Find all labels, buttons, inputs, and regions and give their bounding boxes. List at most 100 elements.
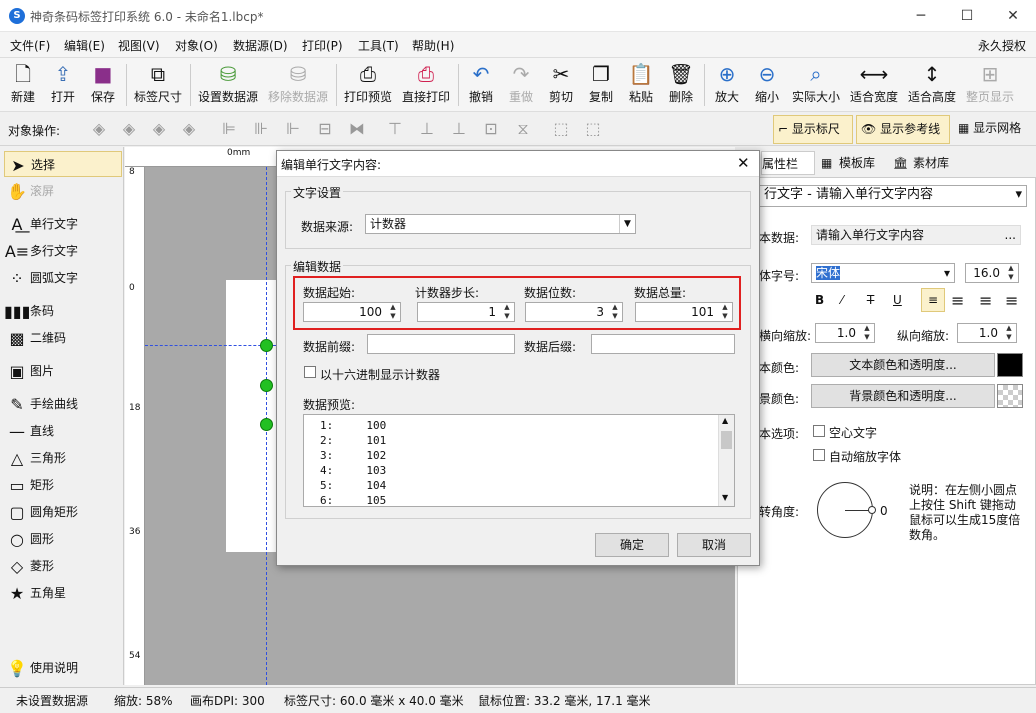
help-button[interactable]: 💡 使用说明 [4,655,122,681]
menu-help[interactable]: 帮助(H) [412,37,454,54]
direct-print-button[interactable]: ⎙ 直接打印 [400,60,452,110]
tool-rounded-rect[interactable]: ▢ 圆角矩形 [4,499,122,525]
send-back-icon[interactable]: ◈ [118,119,140,139]
menu-datasource[interactable]: 数据源(D) [233,37,288,54]
strikethrough-icon[interactable]: T̶ [867,293,874,307]
bg-color-button[interactable]: 背景颜色和透明度... [811,384,995,408]
tool-rectangle[interactable]: ▭ 矩形 [4,472,122,498]
menu-file[interactable]: 文件(F) [10,37,50,54]
fit-width-button[interactable]: ⟷ 适合宽度 [848,60,900,110]
tool-multi-line-text[interactable]: A≡多行文字 [4,238,122,264]
hex-checkbox[interactable] [304,366,316,378]
cut-button[interactable]: ✂ 剪切 [544,60,578,110]
suffix-input[interactable] [591,334,735,354]
text-color-swatch[interactable] [997,353,1023,377]
toggle-show-guides[interactable]: 👁 显示参考线 [856,115,950,144]
toggle-show-ruler[interactable]: ⌐ 显示标尺 [773,115,853,144]
maximize-button[interactable]: ☐ [944,0,990,32]
italic-icon[interactable]: ⁄ [841,293,843,307]
tool-image[interactable]: ▣ 图片 [4,358,122,384]
menu-edit[interactable]: 编辑(E) [64,37,105,54]
selection-handle[interactable] [260,339,273,352]
prefix-input[interactable] [367,334,515,354]
minimize-button[interactable]: ─ [898,0,944,32]
chevron-up-icon[interactable]: ▲ [722,416,728,425]
menu-print[interactable]: 打印(P) [302,37,343,54]
align-bottom-icon[interactable]: ⊥ [448,119,470,139]
new-button[interactable]: 🗋 新建 [6,60,40,110]
space-v-icon[interactable]: ⧖ [512,119,534,139]
copy-button[interactable]: ❐ 复制 [584,60,618,110]
rotation-handle[interactable] [868,506,876,514]
actual-size-button[interactable]: ⌕ 实际大小 [790,60,842,110]
undo-button[interactable]: ↶ 撤销 [464,60,498,110]
preview-scrollbar[interactable]: ▲ ▼ [718,415,734,506]
remove-datasource-button[interactable]: ⛁ 移除数据源 [266,60,330,110]
align-center-text-icon[interactable]: ≡ [951,291,964,310]
preview-list[interactable]: 1: 100 2: 101 3: 102 4: 103 5: 104 6: 10… [303,414,735,507]
start-spinner[interactable]: 100 ▲ ▼ [303,302,401,322]
source-select[interactable]: 计数器 ▼ [365,214,636,234]
underline-icon[interactable]: U [893,293,902,307]
autoshrink-checkbox[interactable] [813,449,825,461]
align-middle-icon[interactable]: ⊥ [416,119,438,139]
text-color-button[interactable]: 文本颜色和透明度... [811,353,995,377]
tool-barcode[interactable]: ▮▮▮条码 [4,298,122,324]
tool-pan[interactable]: ✋ 滚屏 [4,178,122,204]
print-preview-button[interactable]: ⎙ 打印预览 [342,60,394,110]
menu-tools[interactable]: 工具(T) [358,37,399,54]
align-left-text-icon[interactable]: ≡ [921,288,945,312]
ok-button[interactable]: 确定 [595,533,669,557]
hscale-spinner[interactable]: 1.0 ▲ ▼ [815,323,875,343]
tab-properties[interactable]: 属性栏 [761,151,815,175]
menu-object[interactable]: 对象(O) [175,37,218,54]
dialog-close-icon[interactable]: ✕ [737,154,750,172]
tool-line[interactable]: — 直线 [4,418,122,444]
align-right-icon[interactable]: ⊩ [282,119,304,139]
align-right-text-icon[interactable]: ≡ [979,291,992,310]
delete-button[interactable]: 🗑 删除 [664,60,698,110]
set-datasource-button[interactable]: ⛁ 设置数据源 [196,60,260,110]
selection-handle[interactable] [260,418,273,431]
chevron-down-icon[interactable]: ▼ [722,493,728,502]
font-select[interactable]: 宋体 ▾ [811,263,955,283]
full-page-button[interactable]: ⊞ 整页显示 [964,60,1016,110]
label-page[interactable] [226,280,278,552]
cancel-button[interactable]: 取消 [677,533,751,557]
fit-height-button[interactable]: ↕ 适合高度 [906,60,958,110]
total-spinner[interactable]: 101 ▲ ▼ [635,302,733,322]
zoom-in-button[interactable]: ⊕ 放大 [710,60,744,110]
same-width-icon[interactable]: ⬚ [550,119,572,139]
text-data-field[interactable]: 请输入单行文字内容... [811,225,1021,245]
font-size-spinner[interactable]: 16.0 ▲ ▼ [965,263,1019,283]
space-h-icon[interactable]: ⧓ [346,119,368,139]
tool-circle[interactable]: ○ 圆形 [4,526,122,552]
tool-diamond[interactable]: ◇ 菱形 [4,553,122,579]
distribute-v-icon[interactable]: ⊡ [480,119,502,139]
menu-view[interactable]: 视图(V) [118,37,160,54]
paste-button[interactable]: 📋 粘贴 [624,60,658,110]
digits-spinner[interactable]: 3 ▲ ▼ [525,302,623,322]
bold-button[interactable]: B [815,293,824,307]
bring-front-icon[interactable]: ◈ [88,119,110,139]
tool-single-line-text[interactable]: A͟ 单行文字 [4,211,122,237]
hollow-checkbox[interactable] [813,425,825,437]
redo-button[interactable]: ↷ 重做 [504,60,538,110]
selection-handle[interactable] [260,379,273,392]
align-left-icon[interactable]: ⊫ [218,119,240,139]
close-window-button[interactable]: ✕ [990,0,1036,32]
tab-templates[interactable]: ▦ 模板库 [817,151,887,175]
tool-freehand[interactable]: ✎ 手绘曲线 [4,391,122,417]
label-size-button[interactable]: ⧉ 标签尺寸 [132,60,184,110]
tool-qrcode[interactable]: ▩ 二维码 [4,325,122,351]
distribute-h-icon[interactable]: ⊟ [314,119,336,139]
align-top-icon[interactable]: ⊤ [384,119,406,139]
open-button[interactable]: ⇪ 打开 [46,60,80,110]
tool-arc-text[interactable]: ⁘ 圆弧文字 [4,265,122,291]
step-spinner[interactable]: 1 ▲ ▼ [417,302,515,322]
bring-forward-icon[interactable]: ◈ [148,119,170,139]
object-select[interactable]: 行文字 - 请输入单行文字内容 ▾ [759,185,1027,207]
scrollbar-thumb[interactable] [721,431,732,449]
bg-color-swatch[interactable] [997,384,1023,408]
vscale-spinner[interactable]: 1.0 ▲ ▼ [957,323,1017,343]
